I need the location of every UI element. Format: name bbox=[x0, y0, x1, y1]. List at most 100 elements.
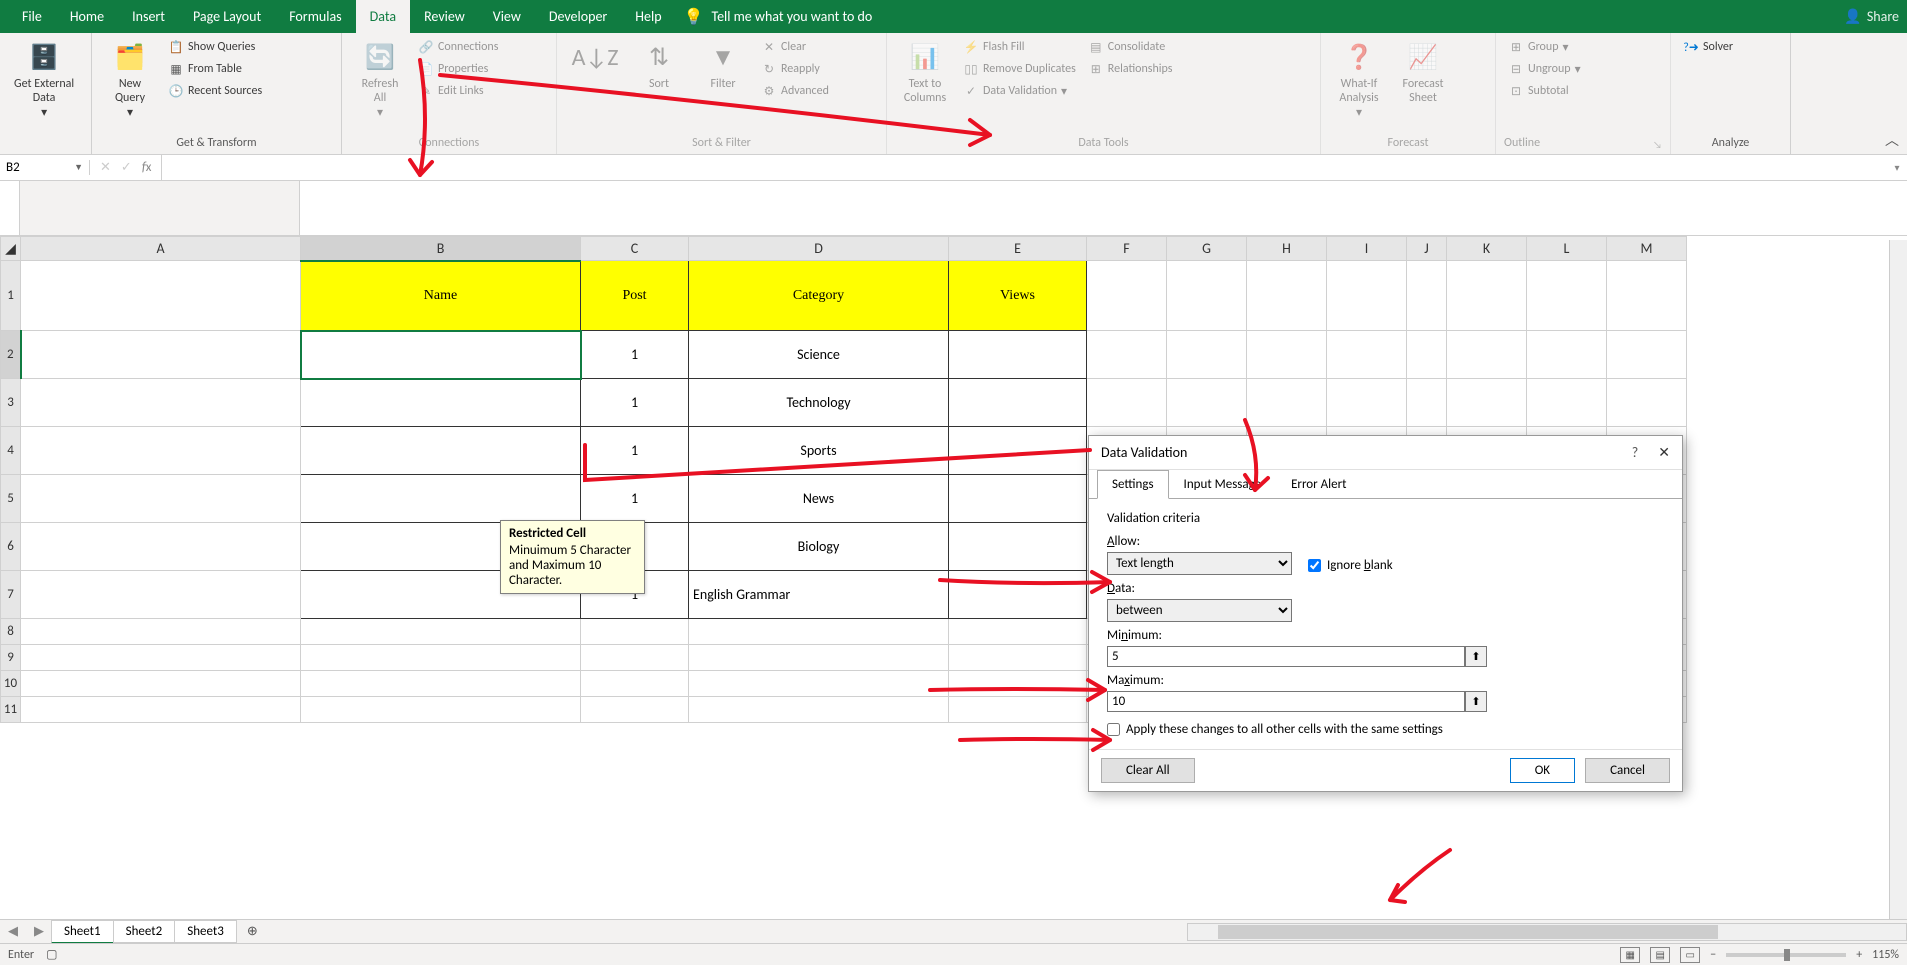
from-table-button[interactable]: ▦From Table bbox=[164, 59, 266, 79]
dialog-tab-settings[interactable]: Settings bbox=[1097, 470, 1169, 499]
maximum-collapse-icon[interactable]: ⬆ bbox=[1465, 691, 1487, 712]
row-header-6[interactable]: 6 bbox=[1, 523, 21, 571]
new-query-button[interactable]: 🗂️ New Query ▾ bbox=[100, 37, 160, 124]
clear-button[interactable]: ✕Clear bbox=[757, 37, 833, 57]
advanced-button[interactable]: ⚙Advanced bbox=[757, 81, 833, 101]
connections-button[interactable]: 🔗Connections bbox=[414, 37, 502, 57]
zoom-out-icon[interactable]: − bbox=[1710, 948, 1716, 962]
col-header-m[interactable]: M bbox=[1607, 237, 1687, 261]
row-header-9[interactable]: 9 bbox=[1, 645, 21, 671]
tab-data[interactable]: Data bbox=[356, 0, 410, 33]
cell-d3[interactable]: Technology bbox=[689, 379, 949, 427]
cell-e5[interactable] bbox=[949, 475, 1087, 523]
tell-me-box[interactable]: 💡 Tell me what you want to do bbox=[684, 7, 873, 27]
recent-sources-button[interactable]: 🕒Recent Sources bbox=[164, 81, 266, 101]
row-header-2[interactable]: 2 bbox=[1, 331, 21, 379]
name-box[interactable]: B2 ▼ bbox=[0, 160, 90, 175]
data-validation-button[interactable]: ✓Data Validation ▾ bbox=[959, 81, 1080, 101]
row-header-4[interactable]: 4 bbox=[1, 427, 21, 475]
col-header-j[interactable]: J bbox=[1407, 237, 1447, 261]
cell-e3[interactable] bbox=[949, 379, 1087, 427]
get-external-data-button[interactable]: 🗄️ Get External Data ▾ bbox=[8, 37, 80, 124]
properties-button[interactable]: 📄Properties bbox=[414, 59, 502, 79]
clear-all-button[interactable]: Clear All bbox=[1101, 758, 1195, 783]
data-select[interactable]: between bbox=[1107, 599, 1292, 622]
cell-d5[interactable]: News bbox=[689, 475, 949, 523]
cell-e4[interactable] bbox=[949, 427, 1087, 475]
cell-d6[interactable]: Biology bbox=[689, 523, 949, 571]
cell-b4[interactable] bbox=[301, 427, 581, 475]
minimum-input[interactable] bbox=[1107, 646, 1465, 667]
ignore-blank-checkbox[interactable]: Ignore blank bbox=[1308, 558, 1393, 573]
share-button[interactable]: 👤 Share bbox=[1844, 8, 1899, 25]
dialog-help-icon[interactable]: ? bbox=[1632, 444, 1639, 461]
allow-select[interactable]: Text length bbox=[1107, 552, 1292, 575]
row-header-3[interactable]: 3 bbox=[1, 379, 21, 427]
page-layout-view-icon[interactable]: ▤ bbox=[1650, 947, 1670, 963]
cell-b5[interactable] bbox=[301, 475, 581, 523]
col-header-k[interactable]: K bbox=[1447, 237, 1527, 261]
cell-d4[interactable]: Sports bbox=[689, 427, 949, 475]
cell-b1[interactable]: Name bbox=[301, 261, 581, 331]
tab-insert[interactable]: Insert bbox=[118, 0, 179, 33]
macro-record-icon[interactable]: ▢ bbox=[46, 947, 57, 962]
vertical-scrollbar[interactable] bbox=[1889, 240, 1907, 919]
edit-links-button[interactable]: ✎Edit Links bbox=[414, 81, 502, 101]
col-header-e[interactable]: E bbox=[949, 237, 1087, 261]
ok-button[interactable]: OK bbox=[1510, 758, 1575, 783]
collapse-ribbon-button[interactable]: ︿ bbox=[1885, 130, 1899, 150]
col-header-d[interactable]: D bbox=[689, 237, 949, 261]
tab-page-layout[interactable]: Page Layout bbox=[179, 0, 275, 33]
remove-duplicates-button[interactable]: ▯▯Remove Duplicates bbox=[959, 59, 1080, 79]
sheet-nav-next-icon[interactable]: ▶ bbox=[26, 924, 52, 939]
reapply-button[interactable]: ↻Reapply bbox=[757, 59, 833, 79]
col-header-h[interactable]: H bbox=[1247, 237, 1327, 261]
flash-fill-button[interactable]: ⚡Flash Fill bbox=[959, 37, 1080, 57]
cell-e7[interactable] bbox=[949, 571, 1087, 619]
normal-view-icon[interactable]: ▦ bbox=[1620, 947, 1640, 963]
sheet-tab-1[interactable]: Sheet1 bbox=[51, 920, 114, 944]
fx-icon[interactable]: fx bbox=[142, 160, 152, 175]
cell-b2[interactable] bbox=[301, 331, 581, 379]
cell-d7[interactable]: English Grammar bbox=[689, 571, 949, 619]
forecast-sheet-button[interactable]: 📈Forecast Sheet bbox=[1393, 37, 1453, 109]
cancel-button[interactable]: Cancel bbox=[1585, 758, 1670, 783]
row-header-7[interactable]: 7 bbox=[1, 571, 21, 619]
dialog-tab-input-message[interactable]: Input Message bbox=[1169, 470, 1277, 499]
sheet-tab-2[interactable]: Sheet2 bbox=[113, 920, 176, 943]
cell-c1[interactable]: Post bbox=[581, 261, 689, 331]
cell-c5[interactable]: 1 bbox=[581, 475, 689, 523]
outline-dialog-launcher-icon[interactable]: ↘ bbox=[1653, 138, 1662, 151]
subtotal-button[interactable]: ⊡Subtotal bbox=[1504, 81, 1585, 101]
zoom-slider[interactable] bbox=[1726, 953, 1846, 957]
col-header-b[interactable]: B bbox=[301, 237, 581, 261]
add-sheet-icon[interactable]: ⊕ bbox=[237, 924, 268, 939]
apply-all-checkbox[interactable]: Apply these changes to all other cells w… bbox=[1107, 722, 1664, 737]
horizontal-scrollbar[interactable] bbox=[1187, 923, 1907, 941]
ungroup-button[interactable]: ⊟Ungroup ▾ bbox=[1504, 59, 1585, 79]
refresh-all-button[interactable]: 🔄 Refresh All ▾ bbox=[350, 37, 410, 124]
show-queries-button[interactable]: 📋Show Queries bbox=[164, 37, 266, 57]
tab-help[interactable]: Help bbox=[621, 0, 675, 33]
tab-home[interactable]: Home bbox=[56, 0, 118, 33]
col-header-g[interactable]: G bbox=[1167, 237, 1247, 261]
apply-all-input[interactable] bbox=[1107, 723, 1120, 736]
what-if-button[interactable]: ❓What-If Analysis ▾ bbox=[1329, 37, 1389, 124]
col-header-c[interactable]: C bbox=[581, 237, 689, 261]
solver-button[interactable]: ?➜Solver bbox=[1679, 37, 1737, 57]
row-header-5[interactable]: 5 bbox=[1, 475, 21, 523]
minimum-collapse-icon[interactable]: ⬆ bbox=[1465, 646, 1487, 667]
dialog-close-icon[interactable]: ✕ bbox=[1658, 444, 1670, 461]
tab-review[interactable]: Review bbox=[410, 0, 479, 33]
sort-button[interactable]: ⇅Sort bbox=[629, 37, 689, 95]
cell-d2[interactable]: Science bbox=[689, 331, 949, 379]
cell-e6[interactable] bbox=[949, 523, 1087, 571]
select-all-cell[interactable]: ◢ bbox=[1, 237, 21, 261]
col-header-l[interactable]: L bbox=[1527, 237, 1607, 261]
name-box-dropdown-icon[interactable]: ▼ bbox=[74, 162, 83, 173]
cell-b3[interactable] bbox=[301, 379, 581, 427]
dialog-tab-error-alert[interactable]: Error Alert bbox=[1276, 470, 1361, 499]
ignore-blank-input[interactable] bbox=[1308, 559, 1321, 572]
col-header-i[interactable]: I bbox=[1327, 237, 1407, 261]
zoom-in-icon[interactable]: + bbox=[1856, 948, 1862, 962]
